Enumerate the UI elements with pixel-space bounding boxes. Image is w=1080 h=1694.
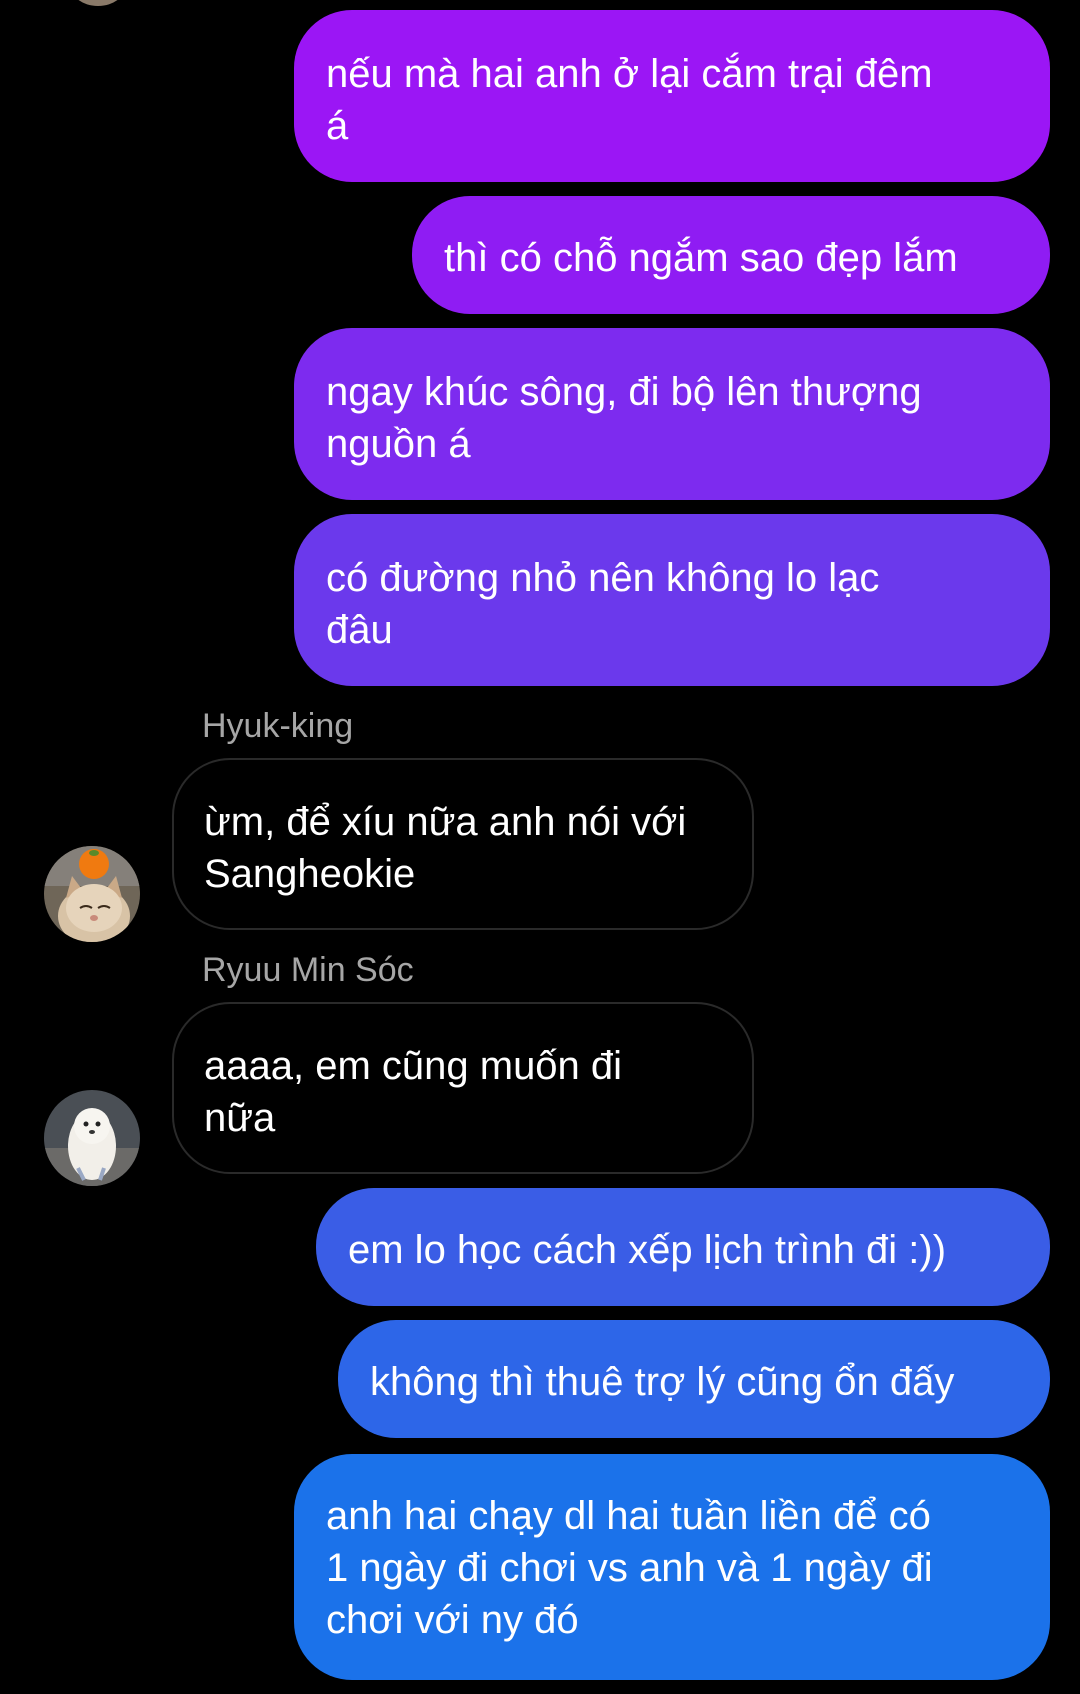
outgoing-message-bubble[interactable]: không thì thuê trợ lý cũng ổn đấy [338,1320,1050,1438]
outgoing-message-bubble[interactable]: anh hai chạy dl hai tuần liền để có 1 ng… [294,1454,1050,1680]
partial-avatar[interactable] [68,0,128,6]
cat-avatar[interactable] [44,846,140,942]
outgoing-message-bubble[interactable]: em lo học cách xếp lịch trình đi :)) [316,1188,1050,1306]
incoming-message-bubble[interactable]: aaaa, em cũng muốn đi nữa [172,1002,754,1174]
sender-name: Ryuu Min Sóc [202,951,414,989]
outgoing-message-bubble[interactable]: ngay khúc sông, đi bộ lên thượng nguồn á [294,328,1050,500]
incoming-message-bubble[interactable]: ừm, để xíu nữa anh nói với Sangheokie [172,758,754,930]
outgoing-message-bubble[interactable]: nếu mà hai anh ở lại cắm trại đêm á [294,10,1050,182]
sender-name: Hyuk-king [202,707,354,745]
outgoing-message-bubble[interactable]: có đường nhỏ nên không lo lạc đâu [294,514,1050,686]
outgoing-message-bubble[interactable]: thì có chỗ ngắm sao đẹp lắm [412,196,1050,314]
dog-avatar[interactable] [44,1090,140,1186]
